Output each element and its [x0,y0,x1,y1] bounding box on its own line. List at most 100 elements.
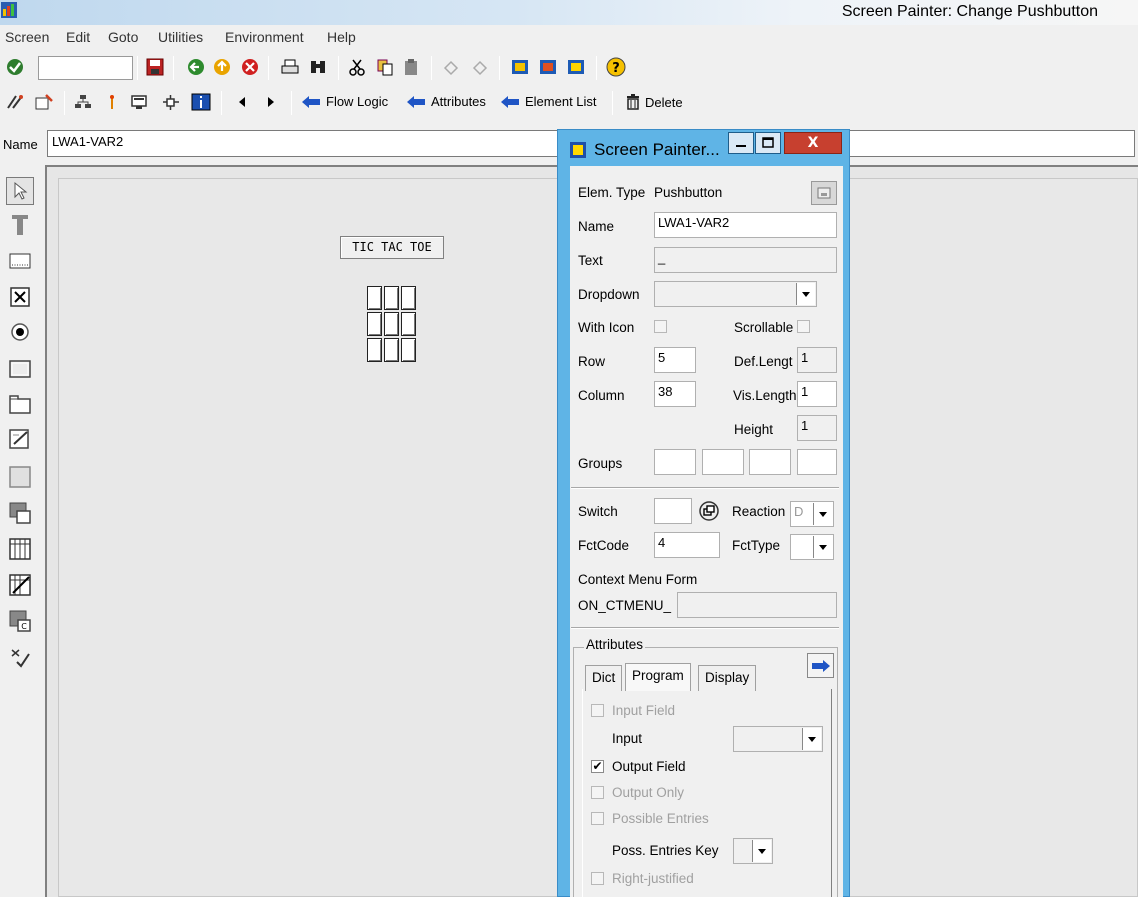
dialog-title-bar[interactable]: Screen Painter... X [558,130,849,165]
input-select[interactable] [733,726,823,752]
layout-2-icon[interactable] [537,56,559,78]
enter-check-icon[interactable] [4,56,26,78]
table-control-icon[interactable] [6,535,34,563]
attributes-more-button[interactable] [807,653,834,678]
attributes-button[interactable]: Attributes [406,94,486,109]
menu-goto[interactable]: Goto [108,29,138,45]
vis-length-field[interactable]: 1 [797,381,837,407]
tab-program[interactable]: Program [625,663,691,691]
subscreen-area-icon[interactable] [6,499,34,527]
grid-cell-3-1[interactable] [367,338,382,362]
layout-1-icon[interactable] [509,56,531,78]
pushbutton-icon[interactable] [6,355,34,383]
tic-tac-toe-label[interactable]: TIC TAC TOE [340,236,444,259]
exit-icon[interactable] [211,56,233,78]
paste-icon[interactable] [400,56,422,78]
status-icon-tool-icon[interactable] [6,643,34,671]
input-output-field-icon[interactable] [6,247,34,275]
menu-environment[interactable]: Environment [225,29,304,45]
height-field[interactable]: 1 [797,415,837,441]
grid-cell-3-2[interactable] [384,338,399,362]
pushbutton-type-button[interactable] [811,181,837,205]
command-field[interactable] [38,56,133,80]
grid-cell-2-3[interactable] [401,312,416,336]
input-field-checkbox[interactable] [591,704,604,717]
where-used-icon[interactable] [101,91,123,113]
text-field-icon[interactable] [6,211,34,239]
hierarchy-icon[interactable] [72,91,94,113]
column-field[interactable]: 38 [654,381,696,407]
groups-label: Groups [578,456,623,471]
previous-icon[interactable] [231,91,253,113]
print-icon[interactable] [279,56,301,78]
with-icon-checkbox[interactable] [654,320,667,333]
radio-button-icon[interactable] [6,318,34,346]
back-icon[interactable] [185,56,207,78]
switch-field[interactable] [654,498,692,524]
pointer-icon[interactable] [6,177,34,205]
redo-icon[interactable] [469,56,491,78]
switch-button[interactable] [698,500,720,522]
maximize-button[interactable] [755,132,781,154]
chevron-down-icon [813,536,832,558]
text-field[interactable]: _ [654,247,837,273]
tab-dict[interactable]: Dict [585,665,623,691]
maximize-icon [762,137,774,148]
display-change-icon[interactable] [33,91,55,113]
layout-3-icon[interactable] [565,56,587,78]
output-field-checkbox[interactable]: ✔ [591,760,604,773]
fctcode-field[interactable]: 4 [654,532,720,558]
scrollable-checkbox[interactable] [797,320,810,333]
layout-icon[interactable] [129,91,151,113]
table-wizard-icon[interactable] [6,571,34,599]
def-length-field[interactable]: 1 [797,347,837,373]
grid-cell-2-1[interactable] [367,312,382,336]
input-field-label: Input Field [612,703,676,718]
menu-screen[interactable]: Screen [5,29,49,45]
menu-utilities[interactable]: Utilities [158,29,203,45]
undo-icon[interactable] [440,56,462,78]
group-4-field[interactable] [797,449,837,475]
dropdown-select[interactable] [654,281,817,307]
grid-cell-1-1[interactable] [367,286,382,310]
right-justified-checkbox[interactable] [591,872,604,885]
output-only-checkbox[interactable] [591,786,604,799]
cancel-icon[interactable] [239,56,261,78]
reaction-select[interactable]: D [790,501,834,527]
grid-cell-3-3[interactable] [401,338,416,362]
save-icon[interactable] [144,56,166,78]
checkbox-icon[interactable] [6,283,34,311]
row-field[interactable]: 5 [654,347,696,373]
menu-edit[interactable]: Edit [66,29,90,45]
flow-logic-button[interactable]: Flow Logic [301,94,388,109]
tab-display[interactable]: Display [698,665,757,691]
grid-cell-1-2[interactable] [384,286,399,310]
poss-entries-key-select[interactable] [733,838,773,864]
cut-icon[interactable] [346,56,368,78]
group-1-field[interactable] [654,449,696,475]
find-icon[interactable] [307,56,329,78]
tabstrip-wizard-icon[interactable] [6,426,34,454]
info-icon[interactable] [190,91,212,113]
name-attr-field[interactable]: LWA1-VAR2 [654,212,837,238]
navigate-icon[interactable] [160,91,182,113]
minimize-button[interactable] [728,132,754,154]
group-2-field[interactable] [702,449,744,475]
delete-button[interactable]: Delete [626,94,683,110]
context-menu-field[interactable] [677,592,837,618]
next-icon[interactable] [260,91,282,113]
custom-control-icon[interactable]: C [6,607,34,635]
tabstrip-icon[interactable] [6,390,34,418]
group-3-field[interactable] [749,449,791,475]
grid-cell-2-2[interactable] [384,312,399,336]
copy-icon[interactable] [374,56,396,78]
grid-cell-1-3[interactable] [401,286,416,310]
possible-entries-checkbox[interactable] [591,812,604,825]
close-button[interactable]: X [784,132,842,154]
element-list-button[interactable]: Element List [500,94,597,109]
box-icon[interactable] [6,463,34,491]
menu-help[interactable]: Help [327,29,356,45]
other-object-icon[interactable] [5,91,27,113]
fcttype-select[interactable] [790,534,834,560]
help-icon[interactable]: ? [605,56,627,78]
